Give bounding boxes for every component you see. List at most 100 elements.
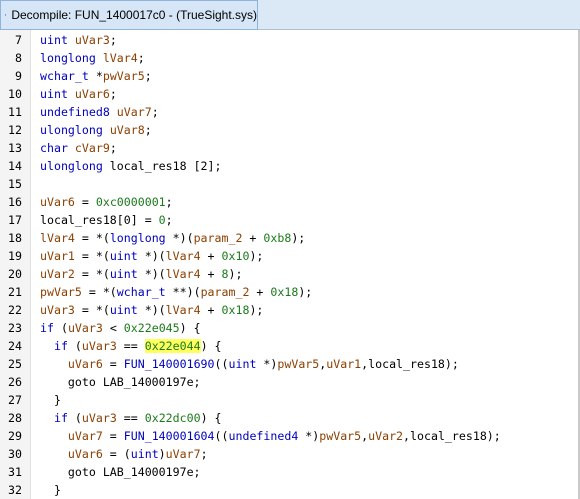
code-line[interactable]: 14 ulonglong local_res18 [2]; [0,157,578,175]
code-token[interactable]: uint [110,303,138,317]
code-token[interactable]: ) { [201,411,222,425]
code-token[interactable]: ; [166,213,173,227]
code-token[interactable]: ); [229,267,243,281]
code-token[interactable]: = [103,429,124,443]
code-line[interactable]: 25 uVar6 = FUN_140001690((uint *)pwVar5,… [0,355,578,373]
code-token[interactable]: ,local_res18); [403,429,501,443]
code-line[interactable]: 20 uVar2 = *(uint *)(lVar4 + 8); [0,265,578,283]
code-token[interactable]: if [54,339,68,353]
code-token[interactable]: lVar4 [166,267,201,281]
code-text[interactable]: uVar6 = (uint)uVar7; [40,445,208,463]
code-token[interactable]: uVar3 [75,33,110,47]
code-token[interactable]: lVar4 [40,231,75,245]
code-token[interactable]: pwVar5 [40,285,82,299]
code-text[interactable]: longlong lVar4; [40,49,145,67]
code-token[interactable]: lVar4 [166,303,201,317]
code-line[interactable]: 31 goto LAB_14000197e; [0,463,578,481]
code-token[interactable]: uVar7 [117,105,152,119]
code-line[interactable]: 19 uVar1 = *(uint *)(lVar4 + 0x10); [0,247,578,265]
code-token[interactable] [40,357,68,371]
code-line[interactable]: 24 if (uVar3 == 0x22e044) { [0,337,578,355]
code-token[interactable]: if [40,321,54,335]
code-text[interactable]: wchar_t *pwVar5; [40,67,152,85]
code-token[interactable]: = *( [75,231,110,245]
code-token[interactable]: ; [145,123,152,137]
code-text[interactable]: uVar6 = FUN_140001690((uint *)pwVar5,uVa… [40,355,459,373]
code-token[interactable]: ( [68,411,82,425]
code-token[interactable]: ) { [201,339,222,353]
code-token[interactable]: 0x22dc00 [145,411,201,425]
code-line[interactable]: 10 uint uVar6; [0,85,578,103]
code-text[interactable]: } [40,481,61,499]
code-token[interactable] [96,51,103,65]
code-token[interactable]: if [54,411,68,425]
code-token[interactable]: 0xb8 [263,231,291,245]
code-token[interactable]: ); [291,231,305,245]
code-token[interactable]: (( [215,429,229,443]
code-token[interactable]: 0x10 [222,249,250,263]
code-token[interactable]: wchar_t [117,285,166,299]
code-token[interactable]: uint [131,447,159,461]
code-text[interactable]: pwVar5 = *(wchar_t **)(param_2 + 0x18); [40,283,312,301]
code-token[interactable]: param_2 [201,285,250,299]
code-line[interactable]: 32 } [0,481,578,499]
code-token[interactable]: + [201,249,222,263]
code-token[interactable]: uVar6 [40,195,75,209]
code-text[interactable]: lVar4 = *(longlong *)(param_2 + 0xb8); [40,229,305,247]
code-token[interactable]: *)( [138,249,166,263]
code-token[interactable] [40,339,54,353]
code-text[interactable]: uVar2 = *(uint *)(lVar4 + 8); [40,265,242,283]
code-token[interactable]: uVar6 [68,357,103,371]
code-token[interactable]: = [103,357,124,371]
code-token[interactable]: 0x18 [222,303,250,317]
code-token[interactable]: + [242,231,263,245]
code-token[interactable]: **)( [166,285,201,299]
code-token[interactable]: } [40,483,61,497]
code-token[interactable]: pwVar5 [319,429,361,443]
code-token[interactable]: < [103,321,124,335]
code-token[interactable]: ; [166,195,173,209]
code-token[interactable]: ulonglong [40,123,103,137]
code-token[interactable]: + [201,303,222,317]
code-line[interactable]: 7 uint uVar3; [0,31,578,49]
code-text[interactable]: uVar6 = 0xc0000001; [40,193,173,211]
code-token[interactable]: ; [201,447,208,461]
code-token[interactable] [110,105,117,119]
code-text[interactable]: if (uVar3 == 0x22e044) { [40,337,222,355]
code-token[interactable]: undefined8 [40,105,110,119]
code-text[interactable]: undefined8 uVar7; [40,103,159,121]
code-token[interactable]: wchar_t [40,69,89,83]
code-token[interactable] [40,447,68,461]
code-line[interactable]: 18 lVar4 = *(longlong *)(param_2 + 0xb8); [0,229,578,247]
code-token[interactable]: uVar6 [68,447,103,461]
code-token[interactable]: = *( [75,303,110,317]
code-token[interactable]: ( [54,321,68,335]
code-text[interactable]: } [40,391,61,409]
code-token[interactable]: uint [110,267,138,281]
code-token[interactable]: ; [145,69,152,83]
code-token[interactable]: 0xc0000001 [96,195,166,209]
highlighted-token[interactable]: 0x22e044 [144,339,201,353]
code-text[interactable]: uint uVar3; [40,31,117,49]
code-token[interactable]: uVar7 [166,447,201,461]
code-token[interactable]: 0 [159,213,166,227]
code-token[interactable]: *)( [166,231,194,245]
code-line[interactable]: 11 undefined8 uVar7; [0,103,578,121]
code-token[interactable]: goto LAB_14000197e; [40,465,201,479]
code-token[interactable]: ); [249,249,263,263]
code-line[interactable]: 16 uVar6 = 0xc0000001; [0,193,578,211]
code-text[interactable]: if (uVar3 < 0x22e045) { [40,319,201,337]
code-token[interactable]: ; [110,33,117,47]
code-token[interactable]: uVar7 [68,429,103,443]
code-token[interactable]: FUN_140001604 [124,429,215,443]
code-line[interactable]: 12 ulonglong uVar8; [0,121,578,139]
code-line[interactable]: 28 if (uVar3 == 0x22dc00) { [0,409,578,427]
code-token[interactable]: ; [152,105,159,119]
code-token[interactable]: = [75,195,96,209]
code-token[interactable]: cVar9 [75,141,110,155]
code-token[interactable]: ) [159,447,166,461]
code-token[interactable]: undefined4 [229,429,299,443]
code-token[interactable]: + [201,267,222,281]
code-token[interactable]: 8 [222,267,229,281]
code-line[interactable]: 29 uVar7 = FUN_140001604((undefined4 *)p… [0,427,578,445]
